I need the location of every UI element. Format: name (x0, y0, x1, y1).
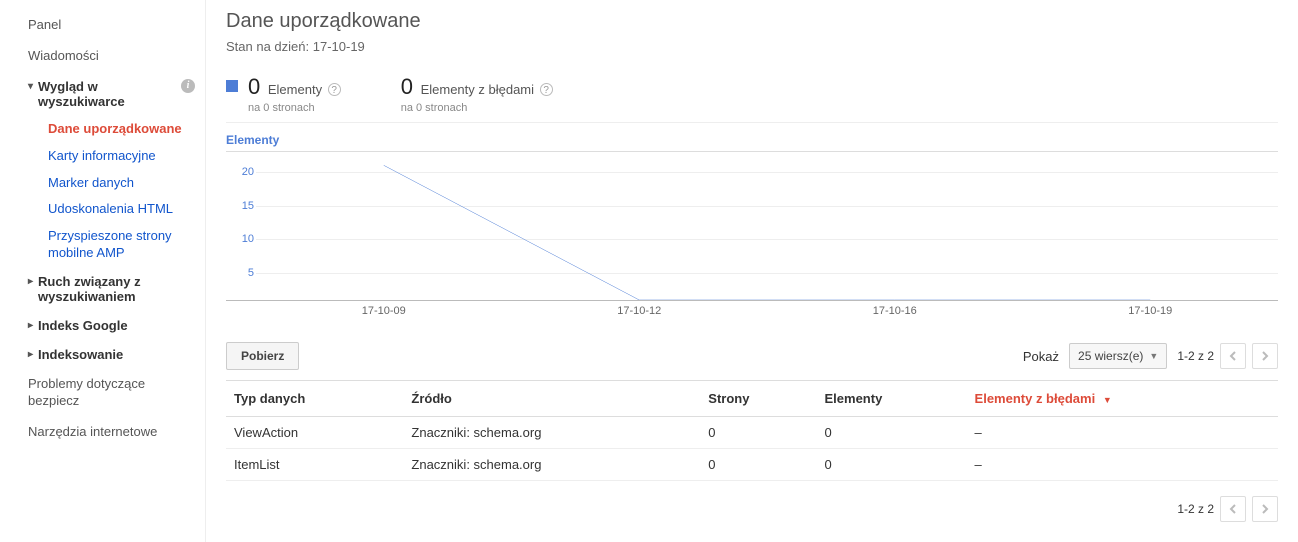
sidebar-item-panel[interactable]: Panel (10, 10, 205, 41)
next-page-button[interactable] (1252, 343, 1278, 369)
page-info: 1-2 z 2 (1177, 502, 1214, 516)
chart-section: Elementy 20 15 10 5 17-10-09 17-10-12 (226, 133, 1278, 317)
col-type[interactable]: Typ danych (226, 381, 403, 417)
y-tick: 5 (226, 267, 254, 279)
help-icon[interactable]: ? (540, 83, 553, 96)
sidebar-group-google-index[interactable]: ▸ Indeks Google (16, 311, 205, 340)
status-date: Stan na dzień: 17-10-19 (226, 39, 1278, 54)
sidebar-item-html-improvements[interactable]: Udoskonalenia HTML (38, 196, 205, 223)
show-label: Pokaż (1023, 349, 1059, 364)
help-icon[interactable]: ? (328, 83, 341, 96)
sidebar-group-label: Ruch związany z wyszukiwaniem (38, 274, 195, 304)
stats-row: 0 Elementy ? na 0 stronach 0 Elementy z … (226, 74, 1278, 123)
sidebar-group-label: Wygląd w wyszukiwarce (38, 79, 181, 109)
pager-bottom: 1-2 z 2 (226, 496, 1278, 522)
col-source[interactable]: Źródło (403, 381, 700, 417)
data-table: Typ danych Źródło Strony Elementy Elemen… (226, 380, 1278, 481)
chart-line-svg (256, 152, 1278, 300)
chevron-down-icon: ▾ (28, 79, 38, 92)
sidebar-item-data-highlighter[interactable]: Marker danych (38, 170, 205, 197)
page-title: Dane uporządkowane (226, 10, 1278, 33)
x-tick: 17-10-09 (256, 305, 512, 317)
x-axis: 17-10-09 17-10-12 17-10-16 17-10-19 (256, 305, 1278, 317)
chart-title: Elementy (226, 133, 1278, 147)
main-content: Dane uporządkowane Stan na dzień: 17-10-… (205, 0, 1298, 542)
stat-sub: na 0 stronach (248, 102, 341, 114)
col-elements[interactable]: Elementy (817, 381, 967, 417)
chevron-right-icon: ▸ (28, 347, 38, 360)
sidebar: Panel Wiadomości ▾ Wygląd w wyszukiwarce… (0, 0, 205, 542)
stat-value: 0 (248, 74, 260, 100)
x-tick: 17-10-16 (767, 305, 1023, 317)
sidebar-item-web-tools[interactable]: Narzędzia internetowe (10, 417, 205, 448)
chevron-down-icon: ▼ (1149, 351, 1158, 361)
line-chart[interactable]: 20 15 10 5 (226, 151, 1278, 301)
x-tick: 17-10-19 (1023, 305, 1279, 317)
page-info: 1-2 z 2 (1177, 349, 1214, 363)
table-row[interactable]: ItemList Znaczniki: schema.org 0 0 – (226, 449, 1278, 481)
sidebar-group-label: Indeksowanie (38, 347, 195, 362)
stat-sub: na 0 stronach (401, 102, 553, 114)
table-row[interactable]: ViewAction Znaczniki: schema.org 0 0 – (226, 417, 1278, 449)
sidebar-group-crawl[interactable]: ▸ Indeksowanie (16, 340, 205, 369)
col-pages[interactable]: Strony (700, 381, 816, 417)
chevron-right-icon: ▸ (28, 274, 38, 287)
y-tick: 10 (226, 233, 254, 245)
stat-elements[interactable]: 0 Elementy ? na 0 stronach (226, 74, 341, 114)
sidebar-group-search-appearance[interactable]: ▾ Wygląd w wyszukiwarce i (16, 72, 205, 116)
prev-page-button[interactable] (1220, 343, 1246, 369)
legend-swatch-blue (226, 80, 238, 92)
next-page-button[interactable] (1252, 496, 1278, 522)
stat-errors[interactable]: 0 Elementy z błędami ? na 0 stronach (401, 74, 553, 114)
y-tick: 15 (226, 200, 254, 212)
sort-desc-icon: ▼ (1103, 395, 1112, 405)
download-button[interactable]: Pobierz (226, 342, 299, 370)
col-errors[interactable]: Elementy z błędami ▼ (967, 381, 1278, 417)
table-toolbar: Pobierz Pokaż 25 wiersz(e) ▼ 1-2 z 2 (226, 342, 1278, 370)
x-tick: 17-10-12 (512, 305, 768, 317)
sidebar-item-messages[interactable]: Wiadomości (10, 41, 205, 72)
stat-label: Elementy (268, 82, 322, 97)
info-icon[interactable]: i (181, 79, 195, 93)
sidebar-item-rich-cards[interactable]: Karty informacyjne (38, 143, 205, 170)
y-tick: 20 (226, 166, 254, 178)
sidebar-item-structured-data[interactable]: Dane uporządkowane (38, 116, 205, 143)
sidebar-group-search-traffic[interactable]: ▸ Ruch związany z wyszukiwaniem (16, 267, 205, 311)
sidebar-item-security-issues[interactable]: Problemy dotyczące bezpiecz (10, 369, 205, 417)
stat-label: Elementy z błędami (421, 82, 534, 97)
prev-page-button[interactable] (1220, 496, 1246, 522)
chevron-right-icon: ▸ (28, 318, 38, 331)
sidebar-item-amp[interactable]: Przyspieszone strony mobilne AMP (38, 223, 205, 267)
stat-value: 0 (401, 74, 413, 100)
table-header-row: Typ danych Źródło Strony Elementy Elemen… (226, 381, 1278, 417)
pager-top: 1-2 z 2 (1177, 343, 1278, 369)
rows-per-page-select[interactable]: 25 wiersz(e) ▼ (1069, 343, 1167, 369)
sidebar-group-label: Indeks Google (38, 318, 195, 333)
